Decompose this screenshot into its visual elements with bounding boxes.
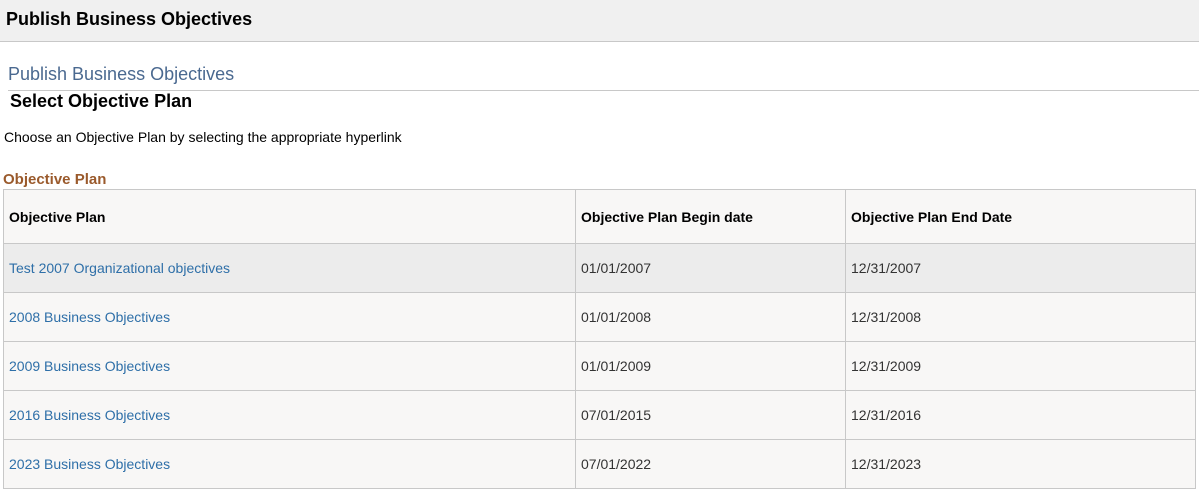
end-date-cell: 12/31/2008 <box>845 292 1196 342</box>
grid-title: Objective Plan <box>3 171 107 188</box>
table-row: 2009 Business Objectives 01/01/2009 12/3… <box>3 341 1196 391</box>
plan-cell: 2016 Business Objectives <box>3 390 576 440</box>
begin-date-cell: 07/01/2022 <box>575 439 846 489</box>
column-header-end-date: Objective Plan End Date <box>845 189 1196 244</box>
column-header-objective-plan: Objective Plan <box>3 189 576 244</box>
plan-link[interactable]: 2008 Business Objectives <box>9 309 170 325</box>
plan-cell: Test 2007 Organizational objectives <box>3 243 576 293</box>
objective-plan-grid: Objective Plan Objective Plan Begin date… <box>3 189 1196 489</box>
plan-cell: 2009 Business Objectives <box>3 341 576 391</box>
end-date-cell: 12/31/2009 <box>845 341 1196 391</box>
plan-cell: 2023 Business Objectives <box>3 439 576 489</box>
table-row: 2008 Business Objectives 01/01/2008 12/3… <box>3 292 1196 342</box>
grid-header-row: Objective Plan Objective Plan Begin date… <box>3 189 1196 244</box>
title-bar: Publish Business Objectives <box>0 0 1199 42</box>
window-title: Publish Business Objectives <box>6 9 253 29</box>
table-row: 2023 Business Objectives 07/01/2022 12/3… <box>3 439 1196 489</box>
column-header-begin-date: Objective Plan Begin date <box>575 189 846 244</box>
begin-date-cell: 01/01/2009 <box>575 341 846 391</box>
begin-date-cell: 07/01/2015 <box>575 390 846 440</box>
begin-date-cell: 01/01/2008 <box>575 292 846 342</box>
plan-cell: 2008 Business Objectives <box>3 292 576 342</box>
begin-date-cell: 01/01/2007 <box>575 243 846 293</box>
end-date-cell: 12/31/2007 <box>845 243 1196 293</box>
end-date-cell: 12/31/2016 <box>845 390 1196 440</box>
page-heading: Publish Business Objectives <box>8 64 235 84</box>
instructions-text: Choose an Objective Plan by selecting th… <box>4 129 402 145</box>
plan-link[interactable]: 2023 Business Objectives <box>9 456 170 472</box>
plan-link[interactable]: 2016 Business Objectives <box>9 407 170 423</box>
page-subheading: Select Objective Plan <box>10 91 193 111</box>
table-row: 2016 Business Objectives 07/01/2015 12/3… <box>3 390 1196 440</box>
plan-link[interactable]: 2009 Business Objectives <box>9 358 170 374</box>
table-row: Test 2007 Organizational objectives 01/0… <box>3 243 1196 293</box>
plan-link[interactable]: Test 2007 Organizational objectives <box>9 260 230 276</box>
end-date-cell: 12/31/2023 <box>845 439 1196 489</box>
